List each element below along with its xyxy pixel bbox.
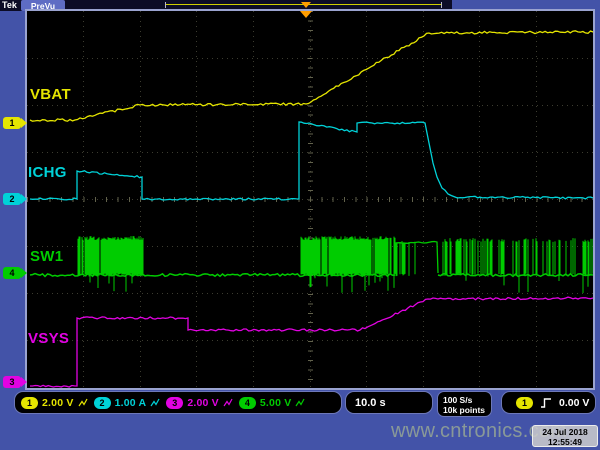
record-trigger-marker-icon bbox=[301, 2, 311, 8]
channel-3-readout[interactable]: 3 2.00 V bbox=[166, 397, 233, 409]
sw1-envelope-trace bbox=[395, 242, 438, 274]
acquisition-readout[interactable]: 100 S/s 10k points bbox=[437, 391, 492, 417]
graticule: VBAT ICHG SW1 VSYS bbox=[27, 11, 593, 388]
record-view-end-tick bbox=[441, 2, 442, 8]
datetime-box: 24 Jul 2018 12:55:49 bbox=[532, 425, 598, 447]
trace-label-ichg: ICHG bbox=[28, 164, 67, 181]
channel-marker-1[interactable]: 1 bbox=[3, 117, 27, 129]
channel-marker-3[interactable]: 3 bbox=[3, 376, 27, 388]
coupling-icon bbox=[78, 397, 88, 408]
date-text: 24 Jul 2018 bbox=[533, 427, 597, 437]
trace-label-vbat: VBAT bbox=[30, 86, 71, 103]
record-length: 10k points bbox=[443, 405, 491, 415]
channel-3-badge: 3 bbox=[166, 397, 183, 409]
waveform-svg bbox=[27, 11, 593, 388]
marker-arrow-icon bbox=[21, 118, 27, 128]
title-bar-spacer bbox=[452, 0, 600, 11]
sample-rate: 100 S/s bbox=[443, 395, 491, 405]
channel-4-readout[interactable]: 4 5.00 V bbox=[239, 397, 306, 409]
trace-label-sw1: SW1 bbox=[30, 248, 63, 265]
channel-marker-4[interactable]: 4 bbox=[3, 267, 27, 279]
title-bar: Tek PreVu bbox=[0, 0, 600, 11]
channel-1-readout[interactable]: 1 2.00 V bbox=[21, 397, 88, 409]
marker-arrow-icon bbox=[21, 194, 27, 204]
channel-3-scale: 2.00 V bbox=[187, 397, 219, 409]
coupling-icon bbox=[295, 397, 305, 408]
channel-4-badge: 4 bbox=[239, 397, 256, 409]
record-view-start-tick bbox=[165, 2, 166, 8]
marker-arrow-icon bbox=[21, 268, 27, 278]
channel-2-readout[interactable]: 2 1.00 A bbox=[94, 397, 161, 409]
horizontal-scale: 10.0 s bbox=[355, 397, 386, 409]
ichg-trace bbox=[30, 122, 593, 200]
channel-4-scale: 5.00 V bbox=[260, 397, 292, 409]
channel-1-scale: 2.00 V bbox=[42, 397, 74, 409]
vsys-trace bbox=[30, 297, 593, 387]
acquisition-status-badge: PreVu bbox=[21, 0, 65, 11]
time-text: 12:55:49 bbox=[533, 437, 597, 447]
channel-readouts[interactable]: 1 2.00 V 2 1.00 A 3 2.00 V 4 5.00 V bbox=[14, 391, 342, 414]
trigger-source-badge: 1 bbox=[516, 397, 533, 409]
horizontal-scale-readout[interactable]: 10.0 s bbox=[345, 391, 433, 414]
channel-marker-2[interactable]: 2 bbox=[3, 193, 27, 205]
trigger-position-icon bbox=[300, 11, 312, 18]
rising-edge-icon bbox=[540, 397, 552, 409]
trace-label-vsys: VSYS bbox=[28, 330, 69, 347]
trigger-level: 0.00 V bbox=[559, 397, 589, 409]
coupling-icon bbox=[223, 397, 233, 408]
brand-logo: Tek bbox=[2, 0, 17, 11]
coupling-icon bbox=[150, 397, 160, 408]
marker-arrow-icon bbox=[21, 377, 27, 387]
vbat-trace bbox=[30, 31, 593, 121]
oscilloscope-screen: Tek PreVu VBAT ICHG SW1 VSYS 1 2 4 3 1 2… bbox=[0, 0, 600, 450]
channel-1-badge: 1 bbox=[21, 397, 38, 409]
channel-2-badge: 2 bbox=[94, 397, 111, 409]
trigger-readout[interactable]: 1 0.00 V bbox=[501, 391, 596, 414]
channel-2-scale: 1.00 A bbox=[115, 397, 147, 409]
sw1-burst-trace bbox=[78, 236, 593, 293]
